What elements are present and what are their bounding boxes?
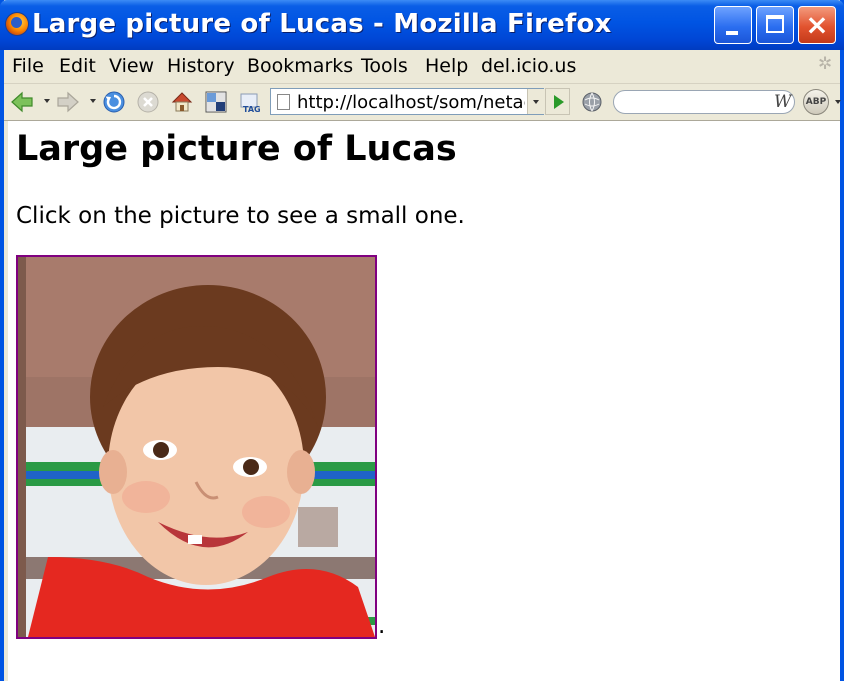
tag-icon[interactable]: TAG (238, 90, 262, 114)
menu-delicious[interactable]: del.icio.us (481, 55, 576, 77)
url-history-dropdown[interactable] (527, 89, 544, 114)
search-input[interactable] (613, 90, 795, 114)
page-description: Click on the picture to see a small one. (16, 203, 465, 229)
back-icon[interactable] (10, 90, 34, 114)
maximize-button[interactable] (756, 6, 794, 44)
menu-bookmarks[interactable]: Bookmarks (247, 55, 353, 77)
activity-throbber-icon: ✲ (818, 54, 833, 74)
window-title: Large picture of Lucas - Mozilla Firefox (32, 9, 612, 39)
forward-history-dropdown-icon[interactable] (90, 99, 96, 103)
trailing-text: . (378, 613, 386, 639)
grid-view-icon[interactable] (204, 90, 228, 114)
stop-icon[interactable] (136, 90, 160, 114)
maximize-icon (766, 15, 784, 33)
forward-icon[interactable] (56, 90, 80, 114)
wikipedia-search-icon[interactable]: W (774, 92, 791, 112)
page-icon (277, 94, 290, 110)
back-history-dropdown-icon[interactable] (44, 99, 50, 103)
menu-bar: File Edit View History Bookmarks Tools H… (4, 50, 840, 84)
page-content: Large picture of Lucas Click on the pict… (8, 121, 840, 681)
minimize-button[interactable] (714, 6, 752, 44)
svg-text:TAG: TAG (243, 105, 261, 114)
menu-help[interactable]: Help (425, 55, 468, 77)
search-engine-icon[interactable] (580, 90, 604, 114)
page-title: Large picture of Lucas (16, 129, 457, 169)
lucas-photo-link[interactable] (16, 255, 377, 639)
go-button[interactable] (545, 88, 570, 115)
home-icon[interactable] (170, 90, 194, 114)
menu-tools[interactable]: Tools (361, 55, 408, 77)
firefox-logo-icon[interactable] (6, 13, 28, 35)
menu-history[interactable]: History (167, 55, 235, 77)
menu-file[interactable]: File (12, 55, 44, 77)
title-bar[interactable]: Large picture of Lucas - Mozilla Firefox… (0, 0, 844, 50)
reload-icon[interactable] (102, 90, 126, 114)
url-bar[interactable]: http://localhost/som/netaccess/large-pic… (270, 88, 544, 115)
close-button[interactable]: × (798, 6, 836, 44)
menu-edit[interactable]: Edit (59, 55, 96, 77)
menu-view[interactable]: View (109, 55, 154, 77)
adblock-plus-button[interactable]: ABP (803, 89, 829, 115)
adblock-dropdown-icon[interactable] (835, 100, 841, 104)
url-input[interactable]: http://localhost/som/netaccess/large-pic… (297, 92, 525, 113)
close-icon: × (805, 8, 829, 41)
minimize-icon (726, 31, 738, 35)
lucas-photo (18, 257, 375, 637)
browser-window: Large picture of Lucas - Mozilla Firefox… (0, 0, 844, 681)
